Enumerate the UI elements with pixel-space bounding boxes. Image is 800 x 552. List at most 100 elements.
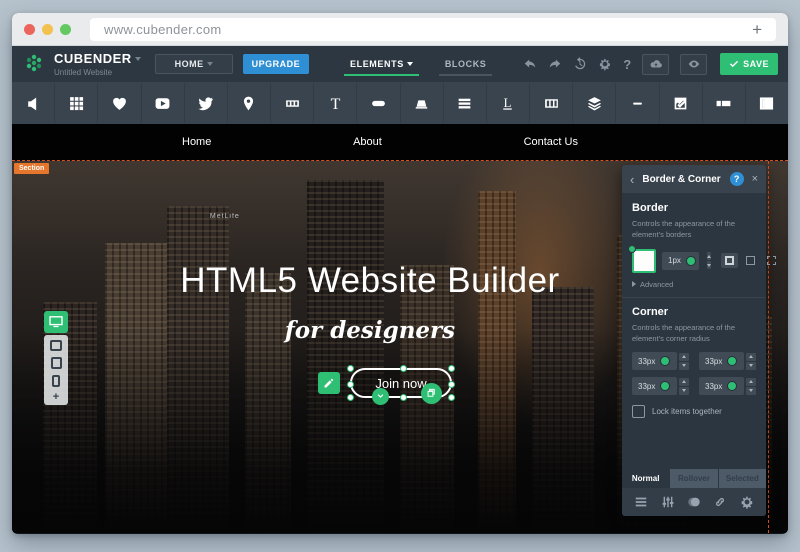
border-width-input[interactable]: 1px <box>662 251 699 270</box>
toolbar-item-map-pin[interactable] <box>227 83 270 123</box>
settings-gear-icon[interactable] <box>598 57 612 71</box>
corner-radius-input-2[interactable]: 33px <box>632 377 689 395</box>
close-window-button[interactable] <box>24 23 35 35</box>
step-up-button[interactable] <box>746 377 756 386</box>
selection-handle[interactable] <box>347 381 354 388</box>
selection-handle[interactable] <box>400 394 407 401</box>
step-down-button[interactable] <box>679 361 689 370</box>
toolbar-item-checkbox[interactable] <box>659 83 702 123</box>
state-tab-normal[interactable]: Normal <box>622 469 670 488</box>
border-style-solid-thin-button[interactable] <box>742 253 759 268</box>
step-down-button[interactable] <box>679 386 689 395</box>
selection-handle[interactable] <box>347 394 354 401</box>
hero-title[interactable]: HTML5 Website Builder <box>12 261 728 301</box>
home-page-dropdown[interactable]: HOME <box>154 54 233 74</box>
corner-radius-grid: 33px 33px 33px 33px <box>632 352 756 395</box>
step-up-button[interactable] <box>679 377 689 386</box>
add-breakpoint-button[interactable]: + <box>53 392 59 403</box>
selection-handle[interactable] <box>448 365 455 372</box>
selection-handle[interactable] <box>448 381 455 388</box>
toolbar-item-label[interactable]: L <box>486 83 529 123</box>
toolbar-item-speaker[interactable] <box>12 83 55 123</box>
step-down-button[interactable] <box>746 386 756 395</box>
corner-toggle[interactable] <box>727 381 738 391</box>
mobile-view-button[interactable] <box>52 375 60 387</box>
advanced-toggle[interactable]: Advanced <box>632 280 756 289</box>
border-style-dashed-button[interactable] <box>763 253 780 268</box>
border-toggle[interactable] <box>685 255 696 266</box>
toolbar-item-input-field[interactable] <box>702 83 745 123</box>
publish-cloud-button[interactable] <box>642 53 670 75</box>
toolbar-item-divider[interactable] <box>616 83 659 123</box>
corner-radius-input-1[interactable]: 33px <box>699 352 756 370</box>
tablet-view-button[interactable] <box>50 357 62 369</box>
zoom-window-button[interactable] <box>60 23 71 35</box>
link-icon[interactable] <box>713 495 727 509</box>
toolbar-item-heart[interactable] <box>98 83 141 123</box>
selection-handle[interactable] <box>347 365 354 372</box>
undo-icon[interactable] <box>523 57 537 71</box>
toolbar-item-columns[interactable] <box>530 83 573 123</box>
join-now-button[interactable]: Join now <box>347 365 455 405</box>
toolbar-item-twitter[interactable] <box>184 83 227 123</box>
corner-radius-input-0[interactable]: 33px <box>632 352 689 370</box>
toolbar-item-text[interactable]: T <box>314 83 357 123</box>
state-tab-rollover[interactable]: Rollover <box>670 469 718 488</box>
help-icon[interactable]: ? <box>623 57 631 72</box>
panel-back-button[interactable]: ‹ <box>630 173 634 186</box>
toolbar-item-video-play[interactable] <box>141 83 184 123</box>
lock-items-row[interactable]: Lock items together <box>632 405 756 418</box>
nav-link-contact[interactable]: Contact Us <box>524 136 578 148</box>
corner-toggle[interactable] <box>660 356 671 366</box>
step-up-button[interactable] <box>746 352 756 361</box>
lock-items-checkbox[interactable] <box>632 405 645 418</box>
url-text[interactable]: www.cubender.com <box>104 22 748 37</box>
selection-handle[interactable] <box>400 365 407 372</box>
address-bar[interactable]: www.cubender.com + <box>90 17 776 41</box>
preview-eye-button[interactable] <box>680 53 708 75</box>
toolbar-item-filmstrip[interactable] <box>271 83 314 123</box>
minimize-window-button[interactable] <box>42 23 53 35</box>
toolbar-item-layers[interactable] <box>573 83 616 123</box>
nav-link-home[interactable]: Home <box>182 136 211 148</box>
step-down-button[interactable] <box>706 261 711 269</box>
brand-block[interactable]: CUBENDER Untitled Website <box>54 51 141 77</box>
selection-handle[interactable] <box>448 394 455 401</box>
settings-gear-icon[interactable] <box>740 495 754 509</box>
desktop-view-button[interactable] <box>44 311 68 333</box>
toolbar-item-button-pill[interactable] <box>357 83 400 123</box>
new-tab-button[interactable]: + <box>748 21 766 38</box>
corner-toggle[interactable] <box>727 356 738 366</box>
step-up-button[interactable] <box>706 252 711 260</box>
corner-radius-input-3[interactable]: 33px <box>699 377 756 395</box>
panel-help-button[interactable]: ? <box>729 172 744 186</box>
toolbar-item-panel-block[interactable] <box>745 83 788 123</box>
duplicate-element-button[interactable] <box>421 383 442 404</box>
corner-toggle[interactable] <box>660 381 671 391</box>
toolbar-item-podium[interactable] <box>400 83 443 123</box>
browser-chrome: www.cubender.com + <box>12 13 788 46</box>
tab-blocks[interactable]: BLOCKS <box>433 46 499 82</box>
panel-close-button[interactable]: × <box>752 173 758 185</box>
effects-icon[interactable] <box>687 495 701 509</box>
hero-subtitle[interactable]: for designers <box>12 317 728 344</box>
step-down-button[interactable] <box>746 361 756 370</box>
edit-element-button[interactable] <box>318 372 340 394</box>
sliders-icon[interactable] <box>661 495 675 509</box>
state-tab-selected[interactable]: Selected <box>718 469 766 488</box>
layout-menu-icon[interactable] <box>634 495 648 509</box>
toolbar-item-menu-lines[interactable] <box>443 83 486 123</box>
nav-link-about[interactable]: About <box>353 136 382 148</box>
border-style-solid-thick-button[interactable] <box>720 253 738 268</box>
upgrade-button[interactable]: UPGRADE <box>242 54 310 74</box>
tab-elements[interactable]: ELEMENTS <box>338 46 425 82</box>
history-icon[interactable] <box>573 57 587 71</box>
toolbar-item-grid[interactable] <box>55 83 98 123</box>
save-button[interactable]: SAVE <box>720 53 778 75</box>
element-options-button[interactable] <box>372 388 389 405</box>
border-color-swatch[interactable] <box>628 244 656 273</box>
tablet-landscape-view-button[interactable] <box>50 340 62 351</box>
step-up-button[interactable] <box>679 352 689 361</box>
hero-section[interactable]: MetLife Section HTML5 Website Builder fo… <box>12 160 788 533</box>
redo-icon[interactable] <box>548 57 562 71</box>
